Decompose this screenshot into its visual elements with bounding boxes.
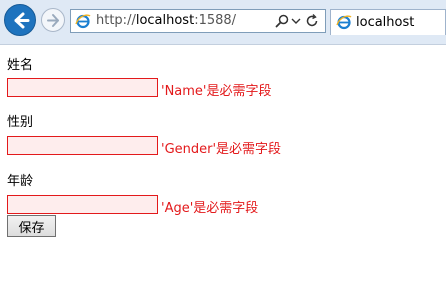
name-error-message: 'Name'是必需字段 bbox=[161, 84, 272, 99]
search-icon[interactable] bbox=[274, 13, 290, 29]
name-label: 姓名 bbox=[7, 58, 34, 73]
forward-button[interactable] bbox=[41, 8, 65, 32]
gender-error-message: 'Gender'是必需字段 bbox=[161, 142, 282, 157]
tab-title: localhost bbox=[356, 15, 415, 30]
gender-label: 性别 bbox=[7, 115, 34, 130]
chevron-down-icon[interactable] bbox=[290, 13, 302, 29]
age-label: 年龄 bbox=[7, 174, 34, 189]
forward-arrow-icon bbox=[47, 14, 59, 27]
name-input[interactable] bbox=[7, 78, 158, 97]
url-text[interactable]: http://localhost:1588/ bbox=[96, 13, 236, 28]
age-error-message: 'Age'是必需字段 bbox=[161, 201, 259, 216]
gender-input[interactable] bbox=[7, 136, 158, 155]
browser-chrome: http://localhost:1588/ localhost bbox=[0, 0, 446, 45]
back-arrow-icon bbox=[14, 12, 30, 29]
ie-page-icon bbox=[75, 14, 91, 29]
refresh-icon[interactable] bbox=[304, 13, 320, 29]
age-input[interactable] bbox=[7, 195, 158, 214]
tab-localhost[interactable]: localhost bbox=[330, 9, 446, 35]
address-bar[interactable]: http://localhost:1588/ bbox=[70, 9, 326, 33]
ie-tab-icon bbox=[336, 15, 352, 30]
save-button[interactable]: 保存 bbox=[7, 215, 56, 237]
back-button[interactable] bbox=[4, 4, 36, 36]
